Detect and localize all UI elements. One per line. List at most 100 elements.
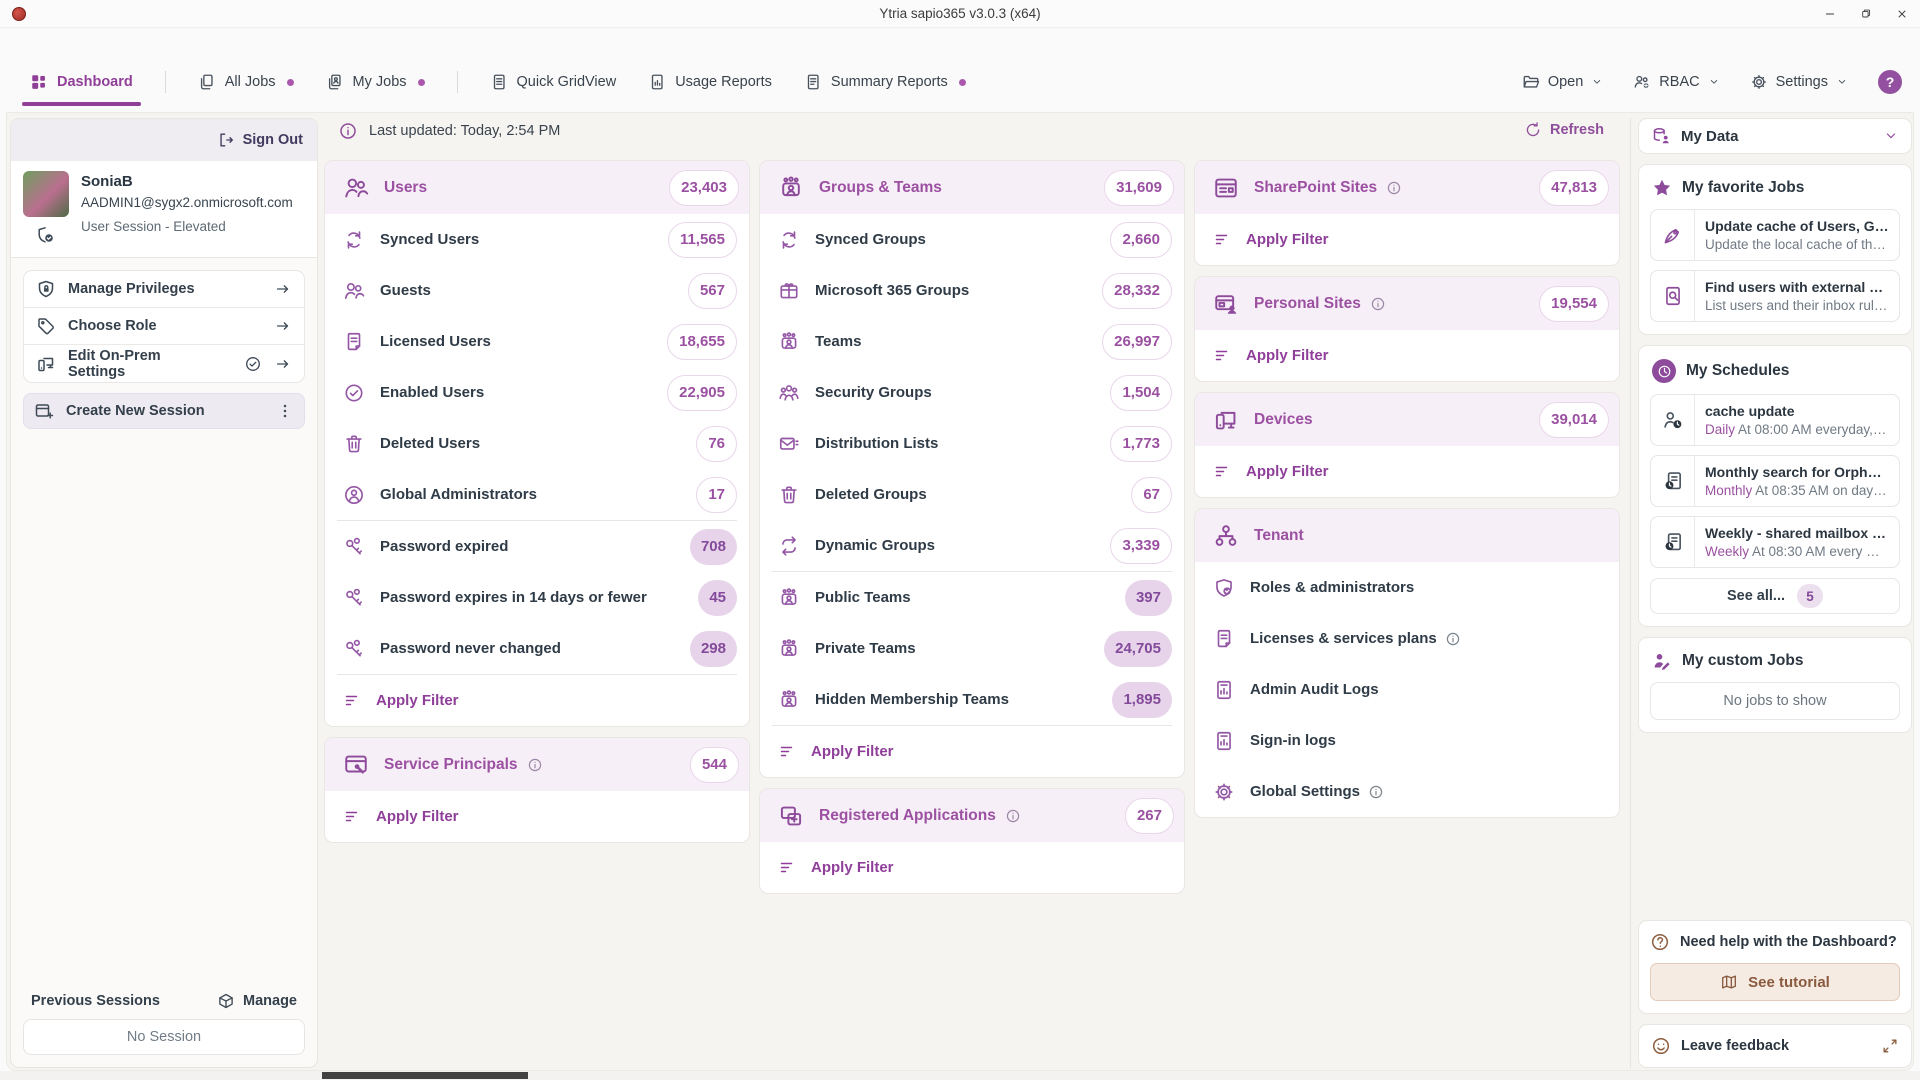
dynamic-icon xyxy=(778,535,800,557)
tab-summary-reports[interactable]: Summary Reports xyxy=(804,62,966,102)
stat-row-hidden-membership-teams[interactable]: Hidden Membership Teams1,895 xyxy=(760,674,1184,725)
manage-privileges-item[interactable]: Manage Privileges xyxy=(24,271,304,308)
see-tutorial-button[interactable]: See tutorial xyxy=(1650,963,1900,1001)
choose-role-item[interactable]: Choose Role xyxy=(24,308,304,345)
apply-filter-label: Apply Filter xyxy=(1246,231,1329,248)
stat-row-enabled-users[interactable]: Enabled Users22,905 xyxy=(325,367,749,418)
schedule-item[interactable]: Monthly search for Orphan On... Monthly … xyxy=(1650,455,1900,507)
stat-row-password-expired[interactable]: Password expired708 xyxy=(325,521,749,572)
registered-applications-card-header[interactable]: Registered Applications 267 xyxy=(760,789,1184,842)
tab-quick-gridview[interactable]: Quick GridView xyxy=(490,62,617,102)
previous-sessions-section: Previous Sessions Manage No Session xyxy=(11,986,317,1067)
stat-row-guests[interactable]: Guests567 xyxy=(325,265,749,316)
manage-sessions-button[interactable]: Manage xyxy=(217,992,297,1010)
tab-dashboard[interactable]: Dashboard xyxy=(30,62,133,102)
close-button[interactable] xyxy=(1884,0,1920,28)
tenant-link-admin-audit-logs[interactable]: Admin Audit Logs xyxy=(1195,664,1619,715)
stat-row-synced-groups[interactable]: Synced Groups2,660 xyxy=(760,214,1184,265)
stat-row-password-expires-in-14-days-or-fewer[interactable]: Password expires in 14 days or fewer45 xyxy=(325,572,749,623)
stat-row-security-groups[interactable]: Security Groups1,504 xyxy=(760,367,1184,418)
stat-row-deleted-users[interactable]: Deleted Users76 xyxy=(325,418,749,469)
feedback-card[interactable]: Leave feedback xyxy=(1638,1024,1912,1068)
my-data-card[interactable]: My Data xyxy=(1638,118,1912,154)
tenant-link-licenses-services-plans[interactable]: Licenses & services plans xyxy=(1195,613,1619,664)
minimize-button[interactable] xyxy=(1812,0,1848,28)
tenant-link-global-settings[interactable]: Global Settings xyxy=(1195,766,1619,817)
open-menu[interactable]: Open xyxy=(1522,73,1603,91)
horizontal-scrollbar[interactable] xyxy=(0,1071,1920,1080)
personal-sites-card-header[interactable]: Personal Sites 19,554 xyxy=(1195,277,1619,330)
favorite-job-item[interactable]: Update cache of Users, Groups... Update … xyxy=(1650,209,1900,261)
stat-row-licensed-users[interactable]: Licensed Users18,655 xyxy=(325,316,749,367)
dashboard-columns: Users 23,403 Synced Users11,565Guests567… xyxy=(324,160,1620,904)
help-button[interactable]: ? xyxy=(1878,70,1902,94)
tab-label: Quick GridView xyxy=(517,74,617,90)
info-icon xyxy=(1370,296,1386,312)
stat-row-password-never-changed[interactable]: Password never changed298 xyxy=(325,623,749,674)
count-badge: 22,905 xyxy=(667,375,737,411)
rbac-menu[interactable]: RBAC xyxy=(1633,73,1719,91)
usage-reports-icon xyxy=(648,73,666,91)
check-circle-icon xyxy=(343,382,365,404)
tab-usage-reports[interactable]: Usage Reports xyxy=(648,62,772,102)
favorite-job-item[interactable]: Find users with external email ... List … xyxy=(1650,270,1900,322)
gear-icon xyxy=(1750,73,1768,91)
row-label: Private Teams xyxy=(815,640,916,657)
maximize-button[interactable] xyxy=(1848,0,1884,28)
report-doc-icon xyxy=(1213,679,1235,701)
see-all-label: See all... xyxy=(1727,588,1785,604)
stat-row-dynamic-groups[interactable]: Dynamic Groups3,339 xyxy=(760,520,1184,571)
schedule-item[interactable]: Weekly - shared mailbox email... Weekly … xyxy=(1650,516,1900,568)
edit-onprem-settings-item[interactable]: Edit On-Prem Settings xyxy=(24,345,304,382)
stat-row-distribution-lists[interactable]: Distribution Lists1,773 xyxy=(760,418,1184,469)
personal-sites-card-rows: Apply Filter xyxy=(1195,330,1619,381)
apply-filter-button[interactable]: Apply Filter xyxy=(325,675,749,726)
service-principals-card: Service Principals 544 Apply Filter xyxy=(324,737,750,843)
schedule-frequency: Monthly xyxy=(1705,483,1752,498)
tenant-link-roles-administrators[interactable]: Roles & administrators xyxy=(1195,562,1619,613)
users-card-header[interactable]: Users 23,403 xyxy=(325,161,749,214)
apply-filter-button[interactable]: Apply Filter xyxy=(325,791,749,842)
notification-dot xyxy=(418,79,425,86)
personal-sites-icon xyxy=(1213,291,1239,317)
stat-row-microsoft-365-groups[interactable]: Microsoft 365 Groups28,332 xyxy=(760,265,1184,316)
apply-filter-button[interactable]: Apply Filter xyxy=(1195,214,1619,265)
service-principals-card-header[interactable]: Service Principals 544 xyxy=(325,738,749,791)
apply-filter-button[interactable]: Apply Filter xyxy=(1195,330,1619,381)
tab-all-jobs[interactable]: All Jobs xyxy=(198,62,294,102)
tenant-card-header[interactable]: Tenant xyxy=(1195,509,1619,562)
apply-filter-button[interactable]: Apply Filter xyxy=(760,726,1184,777)
schedule-item[interactable]: cache update Daily At 08:00 AM everyday,… xyxy=(1650,394,1900,446)
see-all-count-badge: 5 xyxy=(1797,584,1823,608)
create-new-session-button[interactable]: Create New Session xyxy=(23,393,305,429)
stat-row-public-teams[interactable]: Public Teams397 xyxy=(760,572,1184,623)
devices-card-header[interactable]: Devices 39,014 xyxy=(1195,393,1619,446)
settings-menu[interactable]: Settings xyxy=(1750,73,1848,91)
refresh-button[interactable]: Refresh xyxy=(1524,121,1604,139)
apply-filter-button[interactable]: Apply Filter xyxy=(1195,446,1619,497)
stat-row-teams[interactable]: Teams26,997 xyxy=(760,316,1184,367)
see-all-button[interactable]: See all... 5 xyxy=(1650,578,1900,614)
doc-search-icon xyxy=(1651,271,1695,321)
row-label: Distribution Lists xyxy=(815,435,938,452)
count-badge: 397 xyxy=(1125,580,1172,616)
scrollbar-thumb[interactable] xyxy=(322,1072,528,1079)
schedules-card: My Schedules cache update Daily At 08:00… xyxy=(1638,345,1912,627)
no-jobs-box: No jobs to show xyxy=(1650,682,1900,720)
stat-row-deleted-groups[interactable]: Deleted Groups67 xyxy=(760,469,1184,520)
sign-out-button[interactable]: Sign Out xyxy=(217,131,303,149)
window-title: Ytria sapio365 v3.0.3 (x64) xyxy=(0,6,1920,21)
stat-row-synced-users[interactable]: Synced Users11,565 xyxy=(325,214,749,265)
registered-applications-icon xyxy=(778,803,804,829)
row-label: Deleted Users xyxy=(380,435,480,452)
tab-my-jobs[interactable]: My Jobs xyxy=(326,62,425,102)
more-options-icon[interactable] xyxy=(276,402,294,420)
sharepoint-sites-card-header[interactable]: SharePoint Sites 47,813 xyxy=(1195,161,1619,214)
apply-filter-button[interactable]: Apply Filter xyxy=(760,842,1184,893)
stat-row-private-teams[interactable]: Private Teams24,705 xyxy=(760,623,1184,674)
groups-teams-card-header[interactable]: Groups & Teams 31,609 xyxy=(760,161,1184,214)
session-type-label: User Session - Elevated xyxy=(81,219,293,234)
tenant-link-sign-in-logs[interactable]: Sign-in logs xyxy=(1195,715,1619,766)
stat-row-global-administrators[interactable]: Global Administrators17 xyxy=(325,469,749,520)
panel-separator xyxy=(1630,118,1631,1068)
